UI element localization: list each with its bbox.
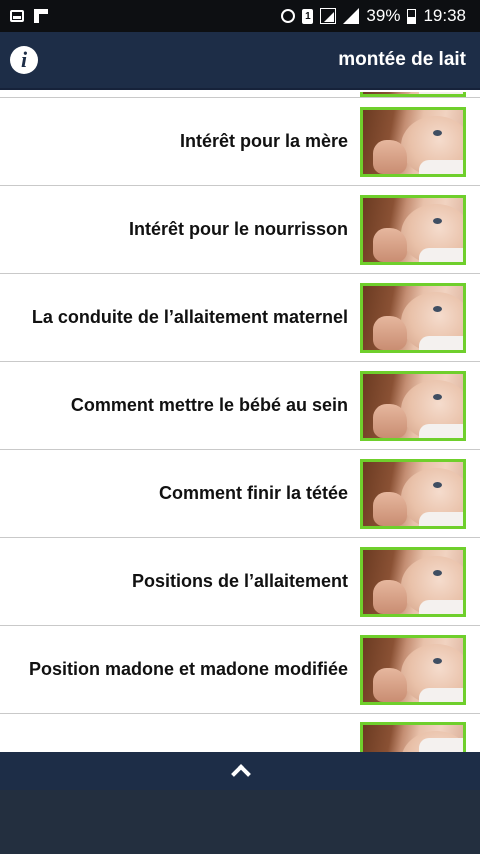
breastfeeding-thumbnail bbox=[360, 106, 466, 177]
thumbnail-eye bbox=[433, 305, 442, 312]
list-item-text: Comment mettre le bébé au sein bbox=[70, 395, 348, 415]
thumbnail-hand bbox=[373, 491, 407, 526]
sim-icon: 1 bbox=[302, 8, 314, 24]
breastfeeding-thumbnail bbox=[360, 634, 466, 705]
list-item-text: Intérêt pour la mère bbox=[179, 131, 348, 151]
breastfeeding-thumbnail bbox=[360, 370, 466, 441]
breastfeeding-thumbnail bbox=[360, 194, 466, 265]
image-notification-icon bbox=[10, 10, 24, 22]
list-item-label: La conduite de l’allaitement maternel bbox=[0, 307, 360, 328]
thumbnail-hand bbox=[373, 139, 407, 174]
status-right: 1 39% 19:38 bbox=[281, 6, 466, 26]
page-title: montée de lait bbox=[338, 49, 466, 70]
list-item-label: Comment finir la tétée bbox=[0, 483, 360, 504]
thumbnail-blanket bbox=[419, 423, 463, 438]
breastfeeding-thumbnail bbox=[360, 546, 466, 617]
list-item[interactable]: La conduite de l’allaitement maternel bbox=[0, 274, 480, 362]
thumbnail-blanket bbox=[419, 92, 463, 94]
breastfeeding-thumbnail bbox=[360, 92, 466, 97]
signal-icon bbox=[343, 8, 360, 24]
thumbnail-blanket bbox=[419, 247, 463, 262]
navigation-area bbox=[0, 790, 480, 854]
thumbnail-blanket bbox=[419, 159, 463, 174]
breastfeeding-thumbnail bbox=[360, 458, 466, 529]
app-header: i montée de lait bbox=[0, 32, 480, 90]
scroll-up-chevron-icon[interactable] bbox=[226, 757, 254, 785]
thumbnail-hand bbox=[373, 579, 407, 614]
bottom-bar bbox=[0, 752, 480, 790]
thumbnail-blanket bbox=[419, 599, 463, 614]
info-button[interactable]: i bbox=[10, 46, 38, 74]
thumbnail-hand bbox=[373, 315, 407, 350]
thumbnail-eye bbox=[433, 217, 442, 224]
thumbnail-blanket bbox=[419, 511, 463, 526]
thumbnail-eye bbox=[433, 481, 442, 488]
list-item-text: Position madone et madone modifiée bbox=[28, 659, 348, 679]
list-item-text: Positions de l’allaitement bbox=[131, 571, 348, 591]
thumbnail-blanket bbox=[419, 335, 463, 350]
status-bar: 1 39% 19:38 bbox=[0, 0, 480, 32]
list-item-label: Positions de l’allaitement bbox=[0, 571, 360, 592]
list-item-text: Intérêt pour le nourrisson bbox=[128, 219, 348, 239]
thumbnail-hand bbox=[373, 667, 407, 702]
list-item-text: La conduite de l’allaitement maternel bbox=[31, 307, 348, 327]
list-item[interactable]: Position madone et madone modifiée bbox=[0, 626, 480, 714]
list-item-label: Intérêt pour le nourrisson bbox=[0, 219, 360, 240]
thumbnail-hand bbox=[373, 227, 407, 262]
thumbnail-eye bbox=[433, 569, 442, 576]
clock: 19:38 bbox=[423, 6, 466, 25]
list-item-text: Comment finir la tétée bbox=[158, 483, 348, 503]
thumbnail-eye bbox=[433, 393, 442, 400]
thumbnail-eye bbox=[433, 129, 442, 136]
breastfeeding-thumbnail bbox=[360, 282, 466, 353]
battery-icon bbox=[407, 8, 417, 24]
flipboard-icon bbox=[34, 9, 48, 23]
list-item-label: Position madone et madone modifiée bbox=[0, 659, 360, 680]
list-item-label: Comment mettre le bébé au sein bbox=[0, 395, 360, 416]
list-item[interactable]: Comment mettre le bébé au sein bbox=[0, 362, 480, 450]
list-item[interactable] bbox=[0, 714, 480, 752]
thumbnail-hand bbox=[373, 403, 407, 438]
status-left bbox=[10, 9, 48, 23]
alarm-icon bbox=[281, 9, 296, 23]
thumbnail-blanket bbox=[419, 738, 463, 752]
list-item-label: Intérêt pour la mère bbox=[0, 131, 360, 152]
thumbnail-blanket bbox=[419, 687, 463, 702]
thumbnail-eye bbox=[433, 657, 442, 664]
list-item[interactable]: Intérêt pour le nourrisson bbox=[0, 186, 480, 274]
signal-box-icon bbox=[320, 8, 337, 24]
list-item[interactable]: Intérêt pour la mère bbox=[0, 98, 480, 186]
list-item[interactable]: Comment finir la tétée bbox=[0, 450, 480, 538]
topic-list[interactable]: Intérêt pour la mère Intérêt pour le nour… bbox=[0, 92, 480, 752]
topic-list-inner: Intérêt pour la mère Intérêt pour le nour… bbox=[0, 92, 480, 752]
battery-percent: 39% bbox=[366, 6, 401, 25]
breastfeeding-thumbnail bbox=[360, 722, 466, 752]
list-item[interactable]: Positions de l’allaitement bbox=[0, 538, 480, 626]
